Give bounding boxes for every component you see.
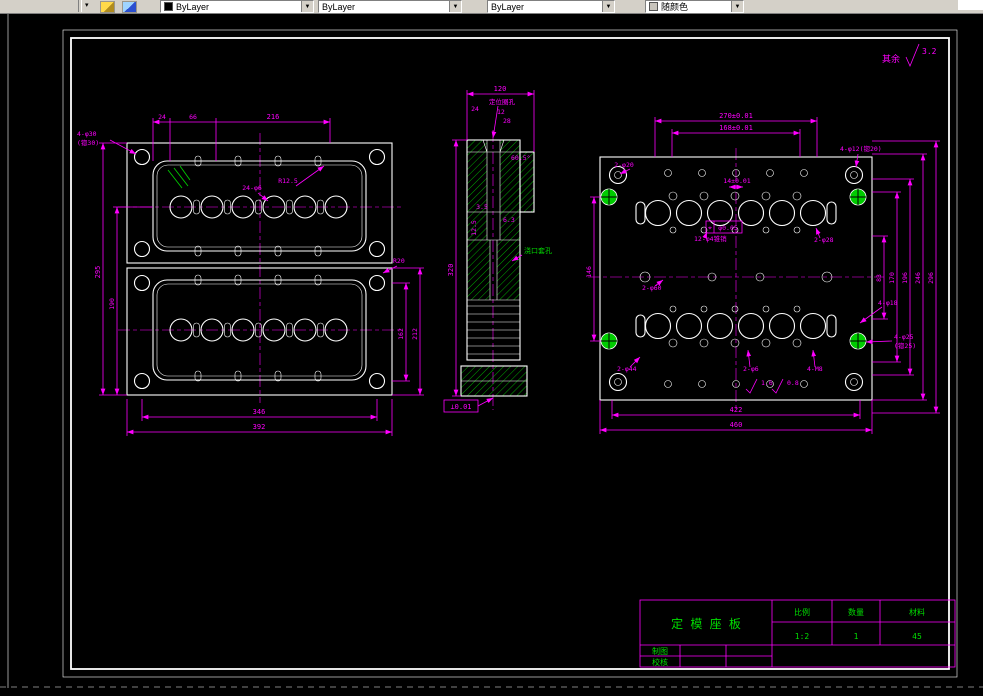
- note-sprue-bushing: 浇口套孔: [524, 246, 552, 255]
- dim-24: 24: [158, 113, 166, 121]
- dim-196: 196: [901, 272, 909, 284]
- plotstyle-control-value: 随颜色: [661, 2, 689, 12]
- properties-tool-icon[interactable]: [122, 1, 137, 13]
- roughness-check-icon: [905, 43, 920, 68]
- dim-212: 212: [411, 328, 419, 340]
- window-corner: [958, 0, 983, 10]
- current-color-swatch: [164, 2, 173, 11]
- sheet-frame: [0, 14, 983, 688]
- properties-toolbar: ▾ ByLayer ▼ ByLayer ▼ ByLayer ▼ 随颜色 ▼: [0, 0, 983, 14]
- note-2d44: 2-φ44: [617, 365, 637, 373]
- dim-sv-12: 12: [497, 108, 505, 116]
- dim-422: 422: [730, 406, 743, 414]
- drawn-by-label: 制图: [652, 646, 668, 656]
- layer-tool-icon[interactable]: [100, 1, 115, 13]
- roughness-value: 3.2: [922, 47, 937, 56]
- datum-target-icons: [600, 188, 867, 350]
- dim-170: 170: [888, 272, 896, 284]
- dim-120: 120: [494, 85, 507, 93]
- dim-346: 346: [253, 408, 266, 416]
- scale-header: 比例: [794, 607, 810, 617]
- rough-1p6: 1.6: [761, 379, 773, 387]
- plotstyle-swatch: [649, 2, 658, 11]
- hole-note-430: 4-φ30: [77, 130, 97, 138]
- dim-460: 460: [730, 421, 743, 429]
- hatch-detail: [167, 165, 191, 189]
- left-view: 24 66 216 4-φ30 (锪30) 24-φ6 R12.5 295 19…: [77, 113, 424, 436]
- surface-finish-note: 其余 3.2: [882, 43, 937, 68]
- perpendicularity-tol: ⊥0.01: [450, 403, 471, 411]
- linetype-control[interactable]: ByLayer ▼: [318, 0, 462, 13]
- note-locating-ring: 定位圈孔: [489, 97, 516, 106]
- note-2d28: 2-φ28: [814, 236, 834, 244]
- dim-296: 296: [927, 272, 935, 284]
- toolbar-separator: [78, 0, 82, 12]
- dim-246: 246: [914, 272, 922, 284]
- hole-note-430b: (锪30): [77, 138, 99, 147]
- material-header: 材料: [909, 607, 925, 617]
- qty-header: 数量: [848, 607, 864, 617]
- qty-value: 1: [854, 632, 859, 641]
- lineweight-dropdown-icon[interactable]: ▼: [602, 1, 614, 12]
- section-view: 120 24 12 28 定位圈孔 320 3.5 60.5° 12.5 6.3…: [443, 85, 552, 413]
- color-dropdown-icon[interactable]: ▼: [301, 1, 313, 12]
- dim-3p5: 3.5: [476, 203, 488, 211]
- color-control-value: ByLayer: [176, 1, 210, 12]
- dim-66: 66: [189, 113, 197, 121]
- color-control[interactable]: ByLayer ▼: [160, 0, 314, 13]
- part-name: 定 模 座 板: [671, 616, 741, 631]
- rough-0p8: 0.8: [787, 379, 799, 387]
- angle-60p5: 60.5°: [511, 154, 531, 162]
- hole-note-24d6: 24-φ6: [242, 184, 262, 192]
- position-tol: φ0.05: [718, 224, 738, 232]
- radius-note-r125: R12.5: [278, 177, 298, 185]
- note-2d60: 2-φ60: [642, 284, 662, 292]
- plotstyle-control[interactable]: 随颜色 ▼: [645, 0, 744, 13]
- dim-320: 320: [447, 264, 455, 277]
- roughness-check-icon-2: [745, 378, 758, 394]
- linetype-dropdown-icon[interactable]: ▼: [449, 1, 461, 12]
- note-2d20: 2-φ20: [614, 161, 634, 169]
- roughness-check-icon-3: [771, 378, 784, 394]
- dim-83: 83: [875, 274, 883, 282]
- lineweight-control[interactable]: ByLayer ▼: [487, 0, 615, 13]
- note-dowel-pins: 12-φ4锥销: [694, 234, 727, 243]
- scale-value: 1:2: [795, 632, 810, 641]
- dim-392: 392: [253, 423, 266, 431]
- note-2d6: 2-φ6: [743, 365, 759, 373]
- dim-295: 295: [94, 266, 102, 279]
- title-block: 定 模 座 板 比例 数量 材料 1:2 1 45 制图 校核: [639, 599, 956, 668]
- rough-6p3: 6.3: [503, 216, 515, 224]
- dim-270: 270±0.01: [719, 112, 753, 120]
- position-symbol: ⌖: [708, 224, 712, 232]
- dim-146: 146: [585, 266, 593, 278]
- material-value: 45: [912, 632, 922, 641]
- plotstyle-dropdown-icon[interactable]: ▼: [731, 1, 743, 12]
- lineweight-control-value: ByLayer: [491, 1, 525, 12]
- note-4d18: 4-φ18: [878, 299, 898, 307]
- surplus-label: 其余: [882, 53, 900, 65]
- note-4d12: 4-φ12(锪20): [840, 144, 882, 153]
- dim-162: 162: [397, 328, 405, 340]
- rough-12p5: 12.5: [470, 220, 478, 236]
- dim-190: 190: [108, 298, 116, 310]
- dim-sv-24: 24: [471, 105, 479, 113]
- checked-by-label: 校核: [652, 657, 668, 667]
- flyout-arrow-icon[interactable]: ▾: [85, 0, 89, 12]
- dim-sv-28: 28: [503, 117, 511, 125]
- drawing-canvas[interactable]: 其余 3.2 24 66 216 4-φ30 (锪30) 24-φ6 R12.5…: [0, 0, 983, 696]
- linetype-control-value: ByLayer: [322, 1, 356, 12]
- right-view: 270±0.01 168±0.01 14±0.01 2-φ20 4-φ12(锪2…: [585, 112, 940, 434]
- dim-216: 216: [267, 113, 280, 121]
- dim-14: 14±0.01: [723, 177, 750, 185]
- dim-168: 168±0.01: [719, 124, 753, 132]
- radius-note-r20: R20: [393, 257, 405, 265]
